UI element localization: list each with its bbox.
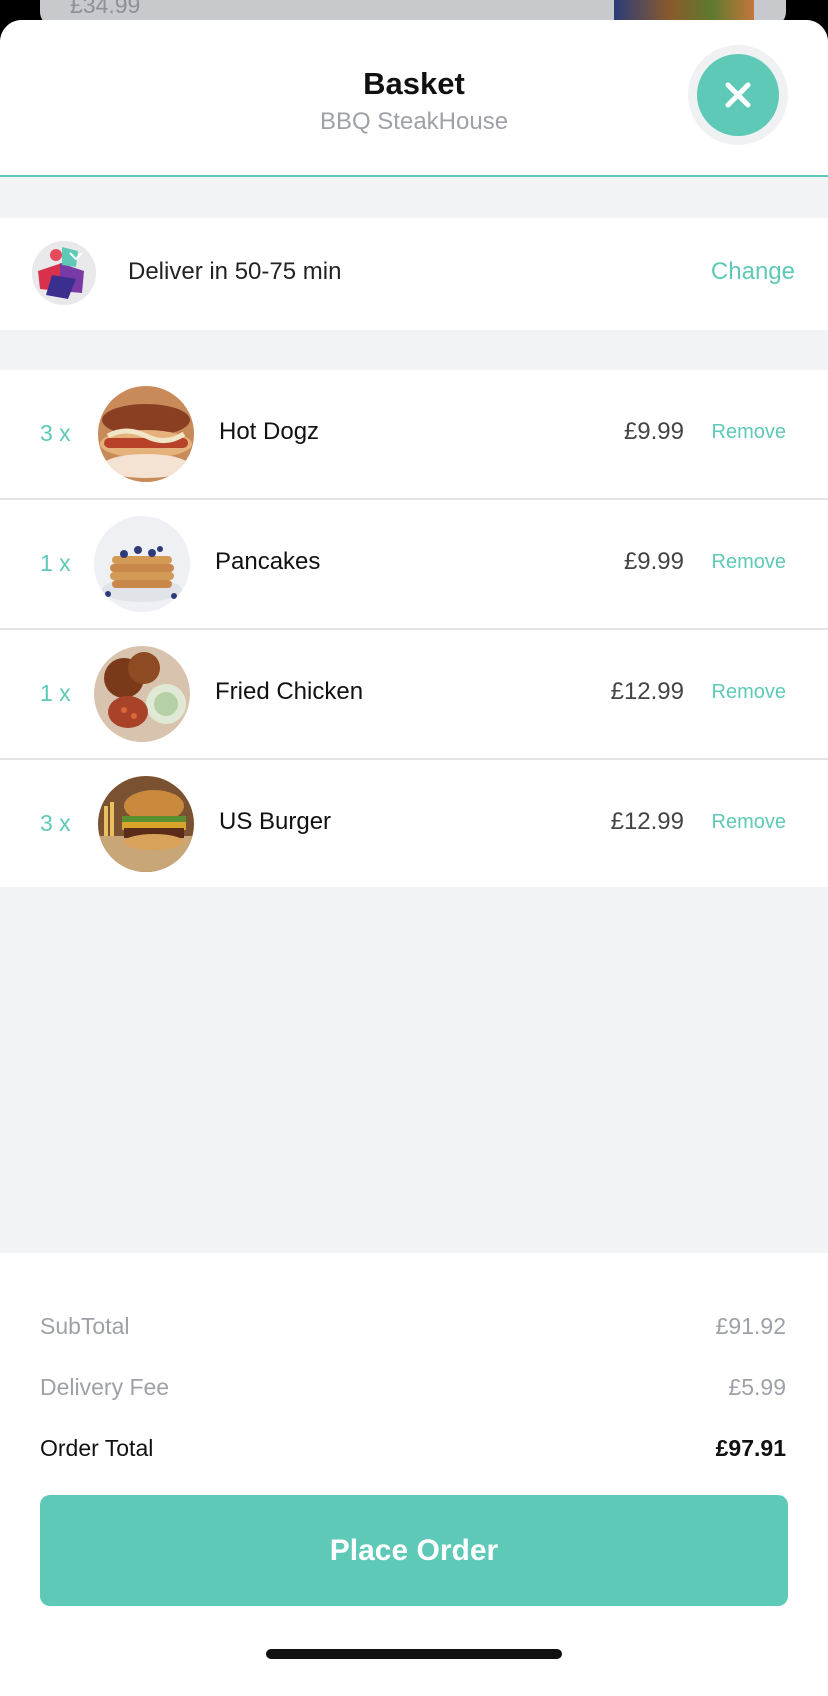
change-delivery-link[interactable]: Change: [711, 258, 795, 286]
item-name: Pancakes: [215, 548, 321, 575]
item-quantity: 1 x: [40, 550, 71, 576]
item-name: Hot Dogz: [219, 418, 320, 445]
basket-item-pancakes: 1 x Pancakes £9.99 Remove: [0, 500, 828, 630]
basket-sheet: Basket BBQ SteakHouse Deliver in 50-75 m…: [0, 20, 828, 1696]
item-image-us-burger: [98, 776, 194, 872]
delivery-fee-label: Delivery Fee: [40, 1374, 170, 1400]
basket-item-us-burger: 3 x US Burger £12.99 Remove: [0, 760, 828, 887]
item-quantity: 3 x: [40, 420, 71, 446]
item-price: £12.99: [610, 808, 684, 835]
close-icon: [725, 82, 751, 108]
item-image-pancakes: [94, 516, 190, 612]
basket-items-list: 3 x Hot Dogz £9.99 Remove 1 x Pancakes £…: [0, 370, 828, 887]
background-card-price: £34.99: [70, 0, 141, 18]
item-quantity: 1 x: [40, 680, 71, 706]
item-price: £9.99: [623, 548, 684, 575]
subtotal-row: SubTotal £91.92: [40, 1313, 786, 1340]
home-indicator: [266, 1649, 562, 1659]
item-quantity: 3 x: [40, 810, 71, 836]
order-summary: SubTotal £91.92 Delivery Fee £5.99 Order…: [0, 1253, 828, 1696]
order-total-label: Order Total: [40, 1435, 154, 1461]
subtotal-value: £91.92: [715, 1313, 786, 1339]
basket-item-hot-dogz: 3 x Hot Dogz £9.99 Remove: [0, 370, 828, 500]
order-total-value: £97.91: [715, 1435, 786, 1461]
item-name: US Burger: [219, 808, 332, 835]
delivery-row: Deliver in 50-75 min Change: [0, 218, 828, 330]
remove-item-button[interactable]: Remove: [712, 681, 786, 704]
close-button-ring: [688, 45, 788, 145]
remove-item-button[interactable]: Remove: [712, 811, 786, 834]
delivery-fee-value: £5.99: [728, 1374, 786, 1400]
item-price: £9.99: [623, 418, 684, 445]
item-name: Fried Chicken: [215, 678, 364, 705]
basket-item-fried-chicken: 1 x Fried Chicken £12.99 Remove: [0, 630, 828, 760]
subtotal-label: SubTotal: [40, 1313, 130, 1339]
place-order-button[interactable]: Place Order: [40, 1495, 788, 1606]
delivery-fee-row: Delivery Fee £5.99: [40, 1374, 786, 1401]
delivery-avatar-icon: [32, 241, 96, 305]
item-image-fried-chicken: [94, 646, 190, 742]
remove-item-button[interactable]: Remove: [712, 421, 786, 444]
basket-header: Basket BBQ SteakHouse: [0, 20, 828, 177]
order-total-row: Order Total £97.91: [40, 1435, 786, 1462]
item-price: £12.99: [610, 678, 684, 705]
delivery-time-text: Deliver in 50-75 min: [128, 258, 342, 285]
close-button[interactable]: [697, 54, 779, 136]
remove-item-button[interactable]: Remove: [712, 551, 786, 574]
item-image-hot-dogz: [98, 386, 194, 482]
